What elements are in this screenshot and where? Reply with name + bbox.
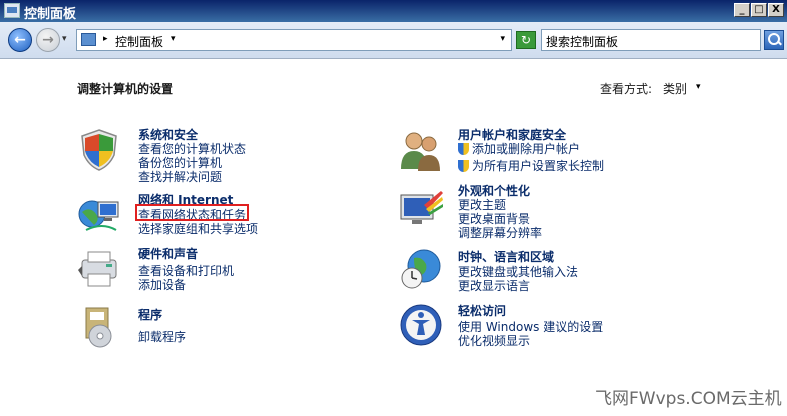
minimize-button[interactable]: _ — [734, 3, 750, 17]
control-panel-icon — [4, 3, 20, 18]
link-find-fix-problems[interactable]: 查找并解决问题 — [138, 168, 222, 185]
accessibility-icon[interactable] — [398, 302, 444, 348]
link-screen-resolution[interactable]: 调整屏幕分辨率 — [458, 224, 542, 241]
users-icon[interactable] — [398, 127, 444, 173]
watermark-text: 飞网FWvps.COM云主机 — [595, 389, 782, 409]
category-hardware-sound[interactable]: 硬件和声音 — [138, 245, 198, 262]
link-add-device[interactable]: 添加设备 — [138, 276, 186, 293]
view-by-dropdown[interactable]: 类别 — [663, 80, 687, 97]
programs-icon[interactable] — [76, 304, 122, 350]
shield-icon[interactable] — [76, 127, 122, 173]
forward-button[interactable]: → — [36, 28, 60, 52]
category-ease-of-access[interactable]: 轻松访问 — [458, 302, 506, 319]
highlight-box — [135, 204, 249, 221]
chevron-down-icon[interactable]: ▾ — [696, 82, 701, 92]
search-text: 搜索控制面板 — [546, 35, 619, 49]
printer-icon[interactable] — [76, 246, 122, 292]
uac-shield-icon — [458, 160, 469, 172]
breadcrumb-control-panel[interactable]: 控制面板 — [115, 33, 163, 50]
network-icon[interactable] — [76, 192, 122, 238]
control-panel-icon — [81, 33, 96, 46]
link-add-remove-accounts[interactable]: 添加或删除用户帐户 — [458, 140, 580, 157]
navigation-toolbar: ← → ▾ ▸ 控制面板 ▾ ▾ ↻ 搜索控制面板 — [0, 22, 787, 59]
maximize-button[interactable]: □ — [751, 3, 767, 17]
link-parental-controls[interactable]: 为所有用户设置家长控制 — [458, 157, 604, 174]
search-input[interactable]: 搜索控制面板 — [541, 29, 761, 51]
breadcrumb-separator[interactable]: ▸ — [103, 34, 108, 44]
category-programs[interactable]: 程序 — [138, 306, 162, 323]
close-button[interactable]: X — [768, 3, 784, 17]
search-icon[interactable] — [764, 30, 784, 50]
refresh-button[interactable]: ↻ — [516, 31, 536, 49]
back-button[interactable]: ← — [8, 28, 32, 52]
breadcrumb-dropdown-icon[interactable]: ▾ — [171, 34, 176, 44]
link-homegroup-sharing[interactable]: 选择家庭组和共享选项 — [138, 220, 258, 237]
link-text: 为所有用户设置家长控制 — [472, 159, 605, 173]
globe-clock-icon[interactable] — [398, 246, 444, 292]
link-text: 添加或删除用户帐户 — [472, 142, 581, 156]
window-title: 控制面板 — [24, 7, 77, 22]
page-title: 调整计算机的设置 — [77, 82, 174, 96]
link-display-language[interactable]: 更改显示语言 — [458, 277, 530, 294]
recent-pages-button[interactable]: ▾ — [62, 34, 67, 44]
uac-shield-icon — [458, 143, 469, 155]
address-bar[interactable]: ▸ 控制面板 ▾ ▾ — [76, 29, 512, 51]
display-icon[interactable] — [398, 187, 444, 233]
address-dropdown-icon[interactable]: ▾ — [500, 34, 505, 44]
view-by-label: 查看方式: — [600, 82, 653, 96]
link-optimize-video[interactable]: 优化视频显示 — [458, 332, 530, 349]
link-uninstall-program[interactable]: 卸载程序 — [138, 328, 186, 345]
title-bar: 控制面板 _ □ X — [0, 0, 787, 22]
